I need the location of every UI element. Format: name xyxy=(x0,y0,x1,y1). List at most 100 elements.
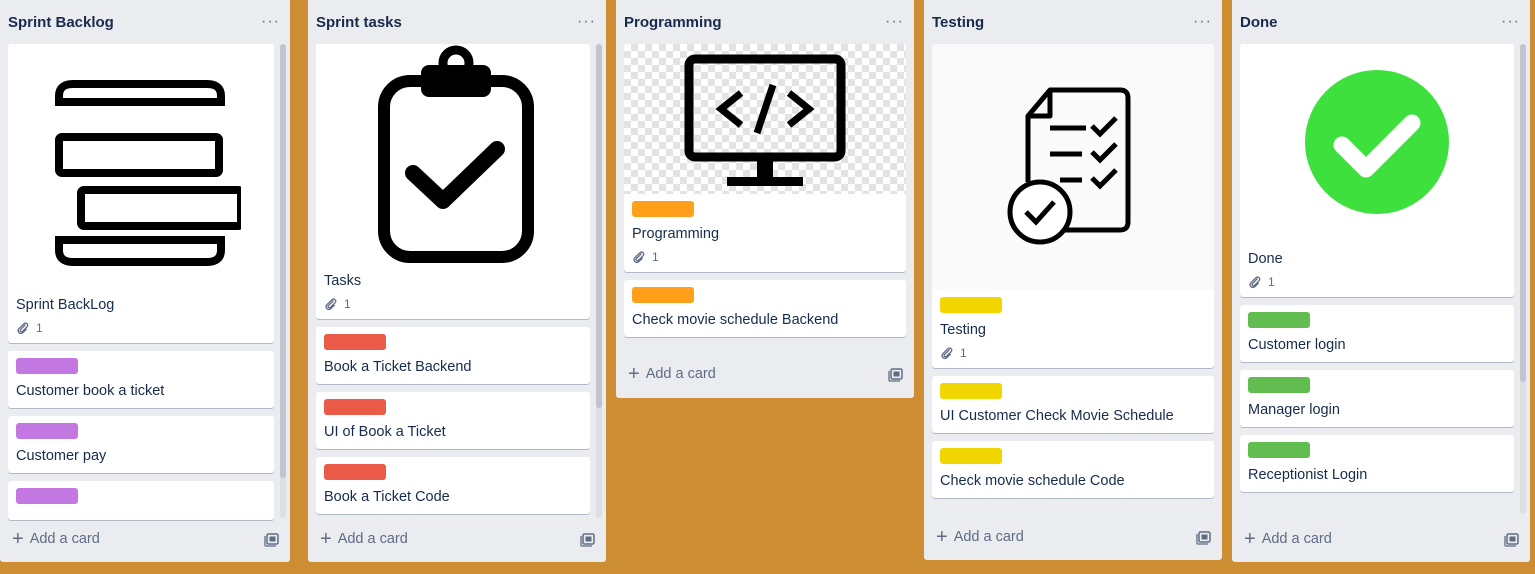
card-title: Book a Ticket Code xyxy=(324,489,450,505)
list-title[interactable]: Done xyxy=(1240,14,1278,31)
card-badges: 1 xyxy=(632,250,898,264)
template-icon[interactable] xyxy=(264,531,280,547)
add-card-button[interactable]: + Add a card xyxy=(8,529,100,549)
card-title: Receptionist Login xyxy=(1248,467,1368,483)
card-title: Customer login xyxy=(1248,337,1346,353)
card-label[interactable] xyxy=(1248,442,1310,458)
list-menu-button[interactable]: ··· xyxy=(261,13,280,31)
list-card[interactable]: UI of Book a Ticket xyxy=(316,392,590,449)
card-label[interactable] xyxy=(632,287,694,303)
add-card-row: + Add a card xyxy=(8,524,280,554)
card-label[interactable] xyxy=(1248,312,1310,328)
card-label[interactable] xyxy=(16,423,78,439)
cover-card[interactable]: Tasks 1 xyxy=(316,44,590,319)
list-card[interactable]: Check movie schedule Code xyxy=(932,441,1214,498)
card-badges: 1 xyxy=(16,321,266,335)
attachment-count: 1 xyxy=(1268,275,1275,289)
cover-card[interactable]: Testing 1 xyxy=(932,44,1214,368)
card-body: UI of Book a Ticket xyxy=(316,392,590,449)
list-card[interactable]: Manager login xyxy=(1240,370,1514,427)
card-label[interactable] xyxy=(940,383,1002,399)
list-card[interactable]: Receptionist Login xyxy=(1240,435,1514,492)
card-cover xyxy=(8,44,274,290)
card-cover xyxy=(624,44,906,194)
attachment-count: 1 xyxy=(652,250,659,264)
card-body: Book a Ticket Code xyxy=(316,457,590,514)
card-label[interactable] xyxy=(324,399,386,415)
list-menu-button[interactable]: ··· xyxy=(1193,13,1212,31)
card-label[interactable] xyxy=(632,201,694,217)
template-icon[interactable] xyxy=(888,366,904,382)
cover-card[interactable]: Done 1 xyxy=(1240,44,1514,297)
cover-card[interactable]: Programming 1 xyxy=(624,44,906,272)
list-card[interactable]: Customer pay xyxy=(8,416,274,473)
list-programming: Programming ··· Programming 1 Check movi… xyxy=(616,0,914,398)
code-monitor-icon xyxy=(684,54,846,186)
list-card[interactable]: Check movie schedule Backend xyxy=(624,280,906,337)
list-sprint-backlog: Sprint Backlog ··· Sprint BackLog 1 Cust… xyxy=(0,0,290,562)
list-title[interactable]: Programming xyxy=(624,14,722,31)
list-scrollbar[interactable] xyxy=(1520,44,1526,514)
scrollbar-thumb[interactable] xyxy=(596,44,602,408)
add-card-button[interactable]: + Add a card xyxy=(932,527,1024,547)
list-scrollbar[interactable] xyxy=(596,44,602,518)
add-card-label: Add a card xyxy=(645,366,716,382)
template-icon[interactable] xyxy=(1196,529,1212,545)
card-title: Check movie schedule Backend xyxy=(632,312,839,328)
card-cover xyxy=(932,44,1214,290)
list-card[interactable]: Book a Ticket Backend xyxy=(316,327,590,384)
plus-icon: + xyxy=(1244,528,1256,550)
add-card-button[interactable]: + Add a card xyxy=(1240,528,1332,550)
cover-card[interactable]: Sprint BackLog 1 xyxy=(8,44,274,343)
paperclip-icon xyxy=(325,298,337,311)
card-title: Done xyxy=(1248,251,1283,267)
add-card-label: Add a card xyxy=(953,529,1024,545)
list-menu-button[interactable]: ··· xyxy=(577,13,596,31)
list-card[interactable]: Book a Ticket Code xyxy=(316,457,590,514)
list-scrollbar[interactable] xyxy=(280,44,286,518)
scrollbar-thumb[interactable] xyxy=(1520,44,1526,382)
list-title[interactable]: Sprint tasks xyxy=(316,14,402,31)
paperclip-icon xyxy=(1249,276,1261,289)
list-header: Sprint Backlog ··· xyxy=(0,0,290,44)
plus-icon: + xyxy=(320,528,332,550)
card-label[interactable] xyxy=(940,448,1002,464)
list-title[interactable]: Testing xyxy=(932,14,984,31)
template-icon[interactable] xyxy=(580,531,596,547)
list-card[interactable]: UI Customer Check Movie Schedule xyxy=(932,376,1214,433)
add-card-row: + Add a card xyxy=(624,359,904,389)
list-card[interactable] xyxy=(8,481,274,520)
list-title[interactable]: Sprint Backlog xyxy=(8,14,114,31)
list-card[interactable]: Customer book a ticket xyxy=(8,351,274,408)
list-menu-button[interactable]: ··· xyxy=(1501,13,1520,31)
list-card[interactable]: Customer login xyxy=(1240,305,1514,362)
add-card-button[interactable]: + Add a card xyxy=(624,364,716,384)
card-label[interactable] xyxy=(1248,377,1310,393)
card-container: Testing 1 UI Customer Check Movie Schedu… xyxy=(932,44,1214,516)
attachment-count: 1 xyxy=(344,297,351,311)
card-title: Programming xyxy=(632,226,720,242)
paperclip-icon xyxy=(633,251,645,264)
card-container: Done 1 Customer login Manager login Rece… xyxy=(1240,44,1514,518)
card-body: Testing 1 xyxy=(932,290,1214,368)
card-label[interactable] xyxy=(324,334,386,350)
card-title: Testing xyxy=(940,322,986,338)
template-icon[interactable] xyxy=(1504,531,1520,547)
card-label[interactable] xyxy=(16,488,78,504)
card-label[interactable] xyxy=(324,464,386,480)
paperclip-icon xyxy=(941,347,953,360)
attachment-count: 1 xyxy=(36,321,43,335)
card-title: UI Customer Check Movie Schedule xyxy=(940,408,1174,424)
card-badges: 1 xyxy=(1248,275,1506,289)
add-card-button[interactable]: + Add a card xyxy=(316,528,408,550)
scrollbar-thumb[interactable] xyxy=(280,44,286,478)
card-label[interactable] xyxy=(16,358,78,374)
card-body: Tasks 1 xyxy=(316,266,590,319)
list-menu-button[interactable]: ··· xyxy=(885,13,904,31)
card-title: Check movie schedule Code xyxy=(940,473,1125,489)
card-label[interactable] xyxy=(940,297,1002,313)
card-body: Sprint BackLog 1 xyxy=(8,290,274,343)
list-header: Programming ··· xyxy=(616,0,914,44)
card-title: Sprint BackLog xyxy=(16,297,115,313)
list-testing: Testing ··· Testing 1 UI Customer Check … xyxy=(924,0,1222,560)
